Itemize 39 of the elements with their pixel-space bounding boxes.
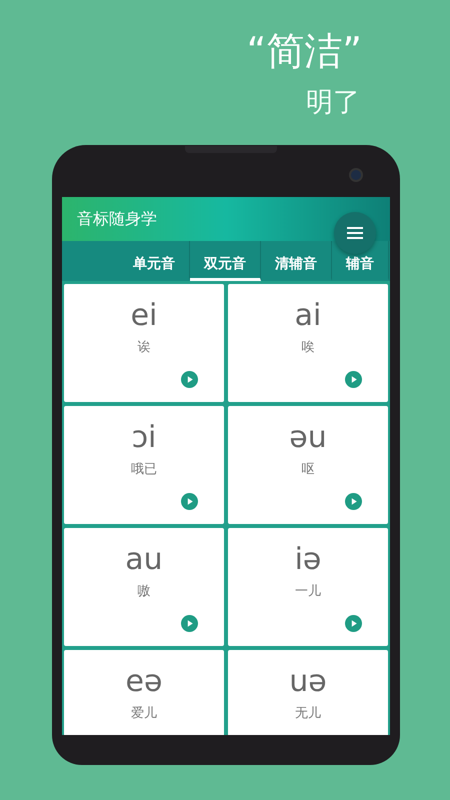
phonetic-symbol: uə [289,664,327,700]
play-icon[interactable] [181,371,198,388]
pronunciation-hint: 无儿 [295,705,321,722]
phoneme-card[interactable]: eə 爱儿 [64,650,224,735]
pronunciation-hint: 爱儿 [131,705,157,722]
phoneme-card[interactable]: iə 一儿 [228,528,388,646]
pronunciation-hint: 唉 [302,339,314,356]
phonetic-symbol: ei [130,298,158,334]
subheadline: 明了 [306,86,360,120]
pronunciation-hint: 哦已 [131,461,157,478]
phoneme-card[interactable]: əu 呕 [228,406,388,524]
phonetic-symbol: ɔi [132,420,156,456]
pronunciation-hint: 嗷 [138,583,150,600]
pronunciation-hint: 呕 [302,461,314,478]
phonetic-symbol: au [125,542,163,578]
play-icon[interactable] [181,493,198,510]
tab[interactable]: 单元音 [119,241,190,281]
app-title: 音标随身学 [77,208,157,230]
phonetic-symbol: əu [289,420,327,456]
tab[interactable]: 清辅音 [261,241,332,281]
play-icon[interactable] [345,493,362,510]
phoneme-card[interactable]: ei 诶 [64,284,224,402]
pronunciation-hint: 一儿 [295,583,321,600]
phonetic-symbol: ai [294,298,322,334]
phoneme-card[interactable]: ai 唉 [228,284,388,402]
phonetic-symbol: iə [294,542,322,578]
phoneme-card[interactable]: au 嗷 [64,528,224,646]
play-icon[interactable] [345,615,362,632]
play-icon[interactable] [345,371,362,388]
headline: “简洁” [246,28,362,74]
menu-icon [347,227,363,239]
pronunciation-hint: 诶 [138,339,150,356]
camera-icon [349,168,363,182]
phoneme-card[interactable]: ɔi 哦已 [64,406,224,524]
phonetic-symbol: eə [126,664,162,700]
tab[interactable]: 双元音 [190,241,261,281]
phoneme-card[interactable]: uə 无儿 [228,650,388,735]
play-icon[interactable] [181,615,198,632]
tab[interactable]: 辅音 [332,241,389,281]
